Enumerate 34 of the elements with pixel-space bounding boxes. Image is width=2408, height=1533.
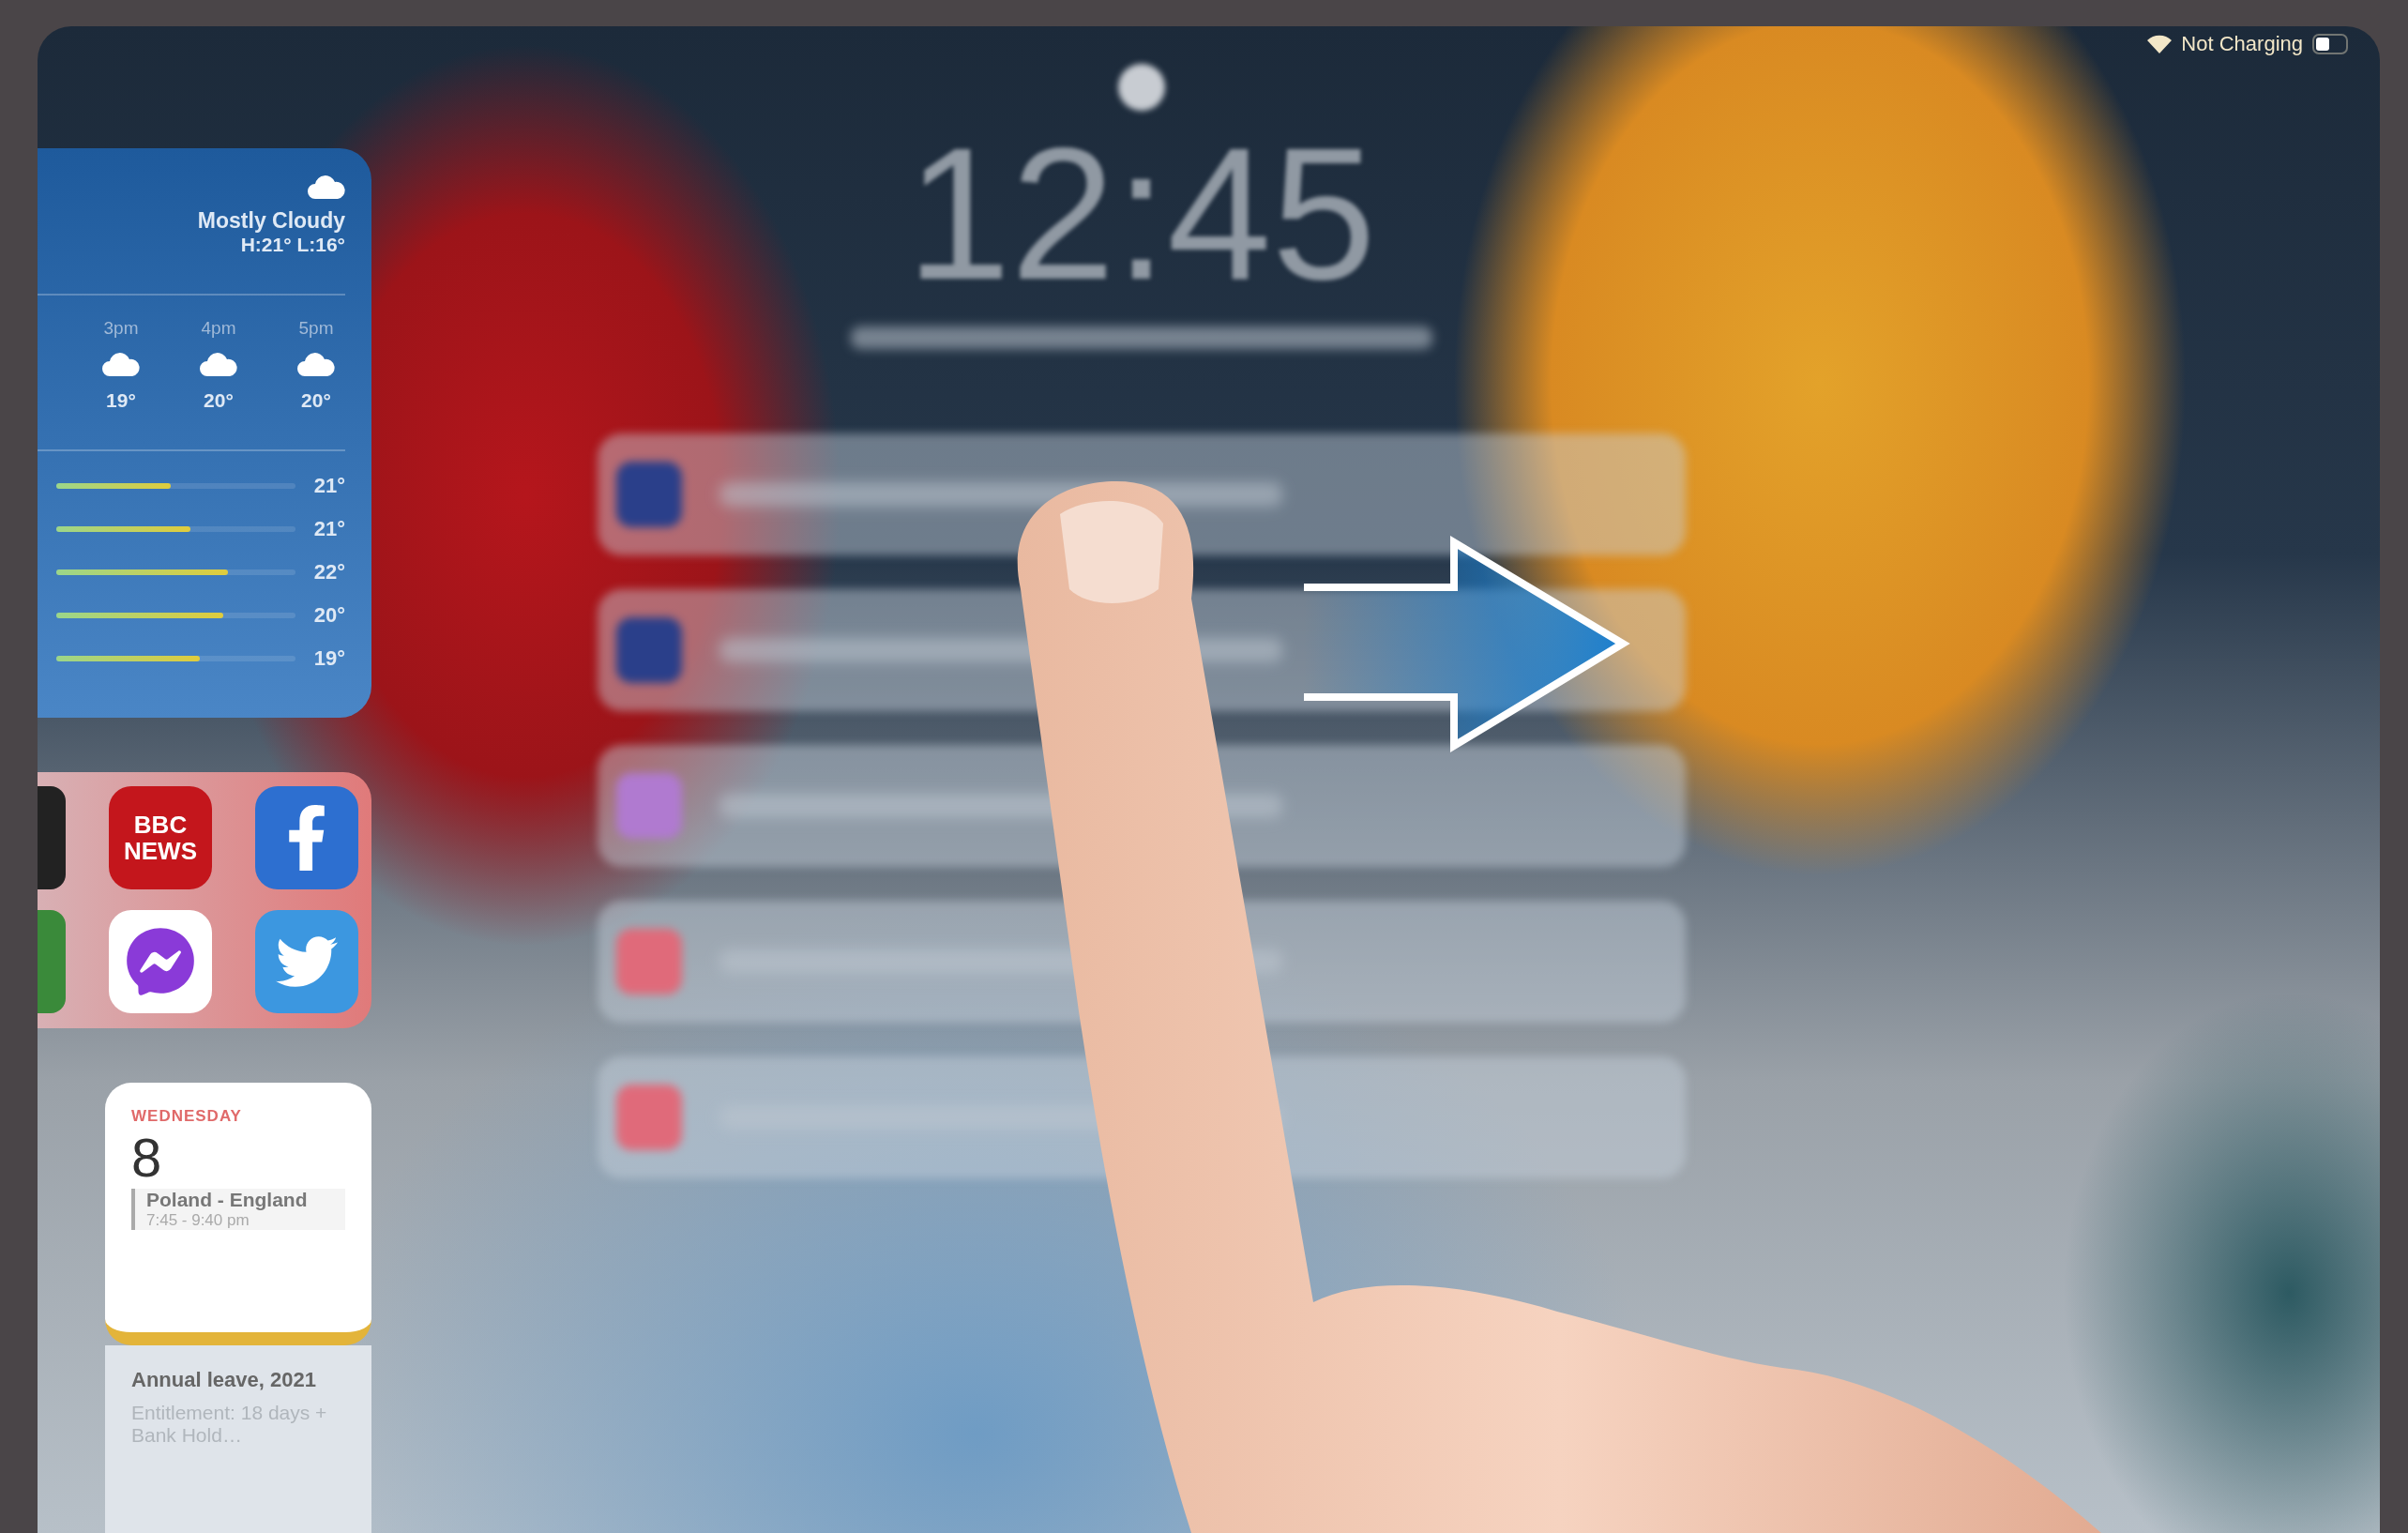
daily-temperature: 21° (313, 474, 345, 498)
event-title: Poland - England (146, 1189, 309, 1211)
hour-label: 3pm (103, 318, 139, 339)
daily-temperature: 21° (313, 517, 345, 541)
daily-temperature: 19° (313, 646, 345, 671)
battery-status: Not Charging (2181, 32, 2303, 56)
weather-condition: Mostly Cloudy (197, 208, 345, 234)
daily-temperature: 22° (313, 560, 345, 584)
news-app-icon[interactable]: BBC NEWS (109, 786, 212, 890)
cloud-icon (308, 175, 345, 199)
lock-screen-time: 12:45 (906, 120, 1376, 308)
high-low-temperature: H:21° L:16° (240, 234, 345, 256)
daily-temperature: 20° (313, 603, 345, 628)
app-icon[interactable] (38, 786, 66, 890)
hour-temperature: 20° (301, 389, 331, 412)
calendar-weekday: WEDNESDAY (131, 1107, 243, 1126)
event-time: 7:45 - 9:40 pm (146, 1211, 250, 1230)
blurred-notification[interactable] (597, 433, 1686, 555)
cloud-icon (200, 352, 237, 376)
wifi-icon (2147, 35, 2173, 53)
messenger-app-icon[interactable] (109, 910, 212, 1014)
facebook-app-icon[interactable] (255, 786, 358, 890)
twitter-app-icon[interactable] (255, 910, 358, 1014)
weather-widget[interactable]: Mostly Cloudy H:21° L:16° 3pm 19° 4pm 20° 5pm 20° 21° 21° 22° 20° 19° (38, 148, 371, 718)
calendar-event[interactable]: Poland - England 7:45 - 9:40 pm (131, 1189, 345, 1230)
hour-temperature: 20° (204, 389, 234, 412)
calendar-widget[interactable]: WEDNESDAY 8 Poland - England 7:45 - 9:40 pm (105, 1083, 371, 1345)
hour-label: 4pm (201, 318, 236, 339)
hour-temperature: 19° (106, 389, 136, 412)
hour-label: 5pm (298, 318, 334, 339)
cloud-icon (102, 352, 140, 376)
cloud-icon (297, 352, 335, 376)
calendar-day: 8 (131, 1126, 345, 1189)
note-title: Annual leave, 2021 (131, 1368, 317, 1392)
